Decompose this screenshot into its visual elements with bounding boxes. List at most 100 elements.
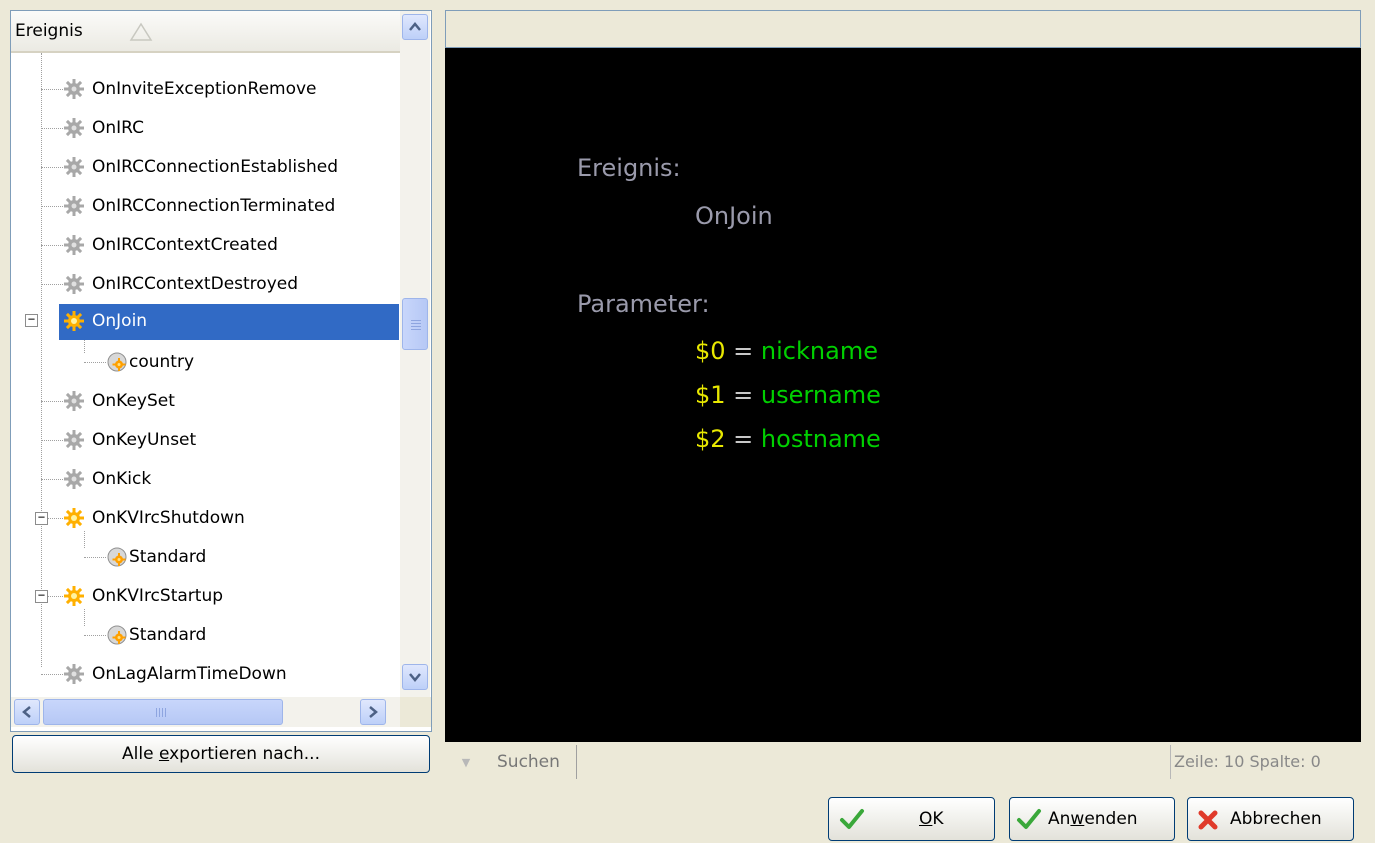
param-equals: = xyxy=(725,381,761,409)
gear-icon xyxy=(64,469,84,489)
collapse-icon[interactable]: − xyxy=(35,589,48,603)
search-options-chevron-icon[interactable]: ▼ xyxy=(453,750,479,776)
horizontal-scrollbar[interactable] xyxy=(11,697,400,727)
tree-item[interactable]: OnKeyUnset xyxy=(63,423,199,459)
export-all-button[interactable]: Alle exportieren nach... xyxy=(12,735,430,773)
tree-item-label: OnIRCConnectionTerminated xyxy=(92,196,336,216)
export-label-accel: e xyxy=(158,744,170,764)
sort-ascending-icon xyxy=(129,22,153,41)
tree-line xyxy=(41,674,63,675)
tree-line xyxy=(41,89,63,90)
tree-line xyxy=(41,479,63,480)
ok-label-accel: O xyxy=(919,809,933,829)
scroll-up-button[interactable] xyxy=(402,14,428,40)
apply-button[interactable]: Anwenden xyxy=(1009,797,1175,841)
gear-icon xyxy=(64,118,84,138)
ok-button[interactable]: OK xyxy=(828,797,995,841)
param-name: nickname xyxy=(760,337,878,365)
cancel-button[interactable]: Abbrechen xyxy=(1187,797,1354,841)
tree-item[interactable]: OnIRCContextDestroyed xyxy=(63,267,301,303)
tree-item-label: OnKeyUnset xyxy=(92,430,197,450)
search-input[interactable] xyxy=(576,745,1166,779)
apply-label: Anwenden xyxy=(1048,798,1138,840)
tree-item[interactable]: OnIRCConnectionTerminated xyxy=(63,189,338,225)
checkmark-icon xyxy=(840,809,864,829)
tree-item[interactable]: OnLagAlarmTimeDown xyxy=(63,657,290,693)
tree-item-label: OnIRC xyxy=(92,118,145,138)
tree-item-label: OnKeySet xyxy=(92,391,175,411)
active-gear-icon xyxy=(64,311,84,331)
scroll-left-button[interactable] xyxy=(14,699,40,725)
tree-item-label: OnKVIrcShutdown xyxy=(92,508,245,528)
tree-line xyxy=(41,284,63,285)
scroll-right-button[interactable] xyxy=(360,699,386,725)
tree-item-label: OnIRCContextCreated xyxy=(92,235,278,255)
tree-item-label: Standard xyxy=(129,625,207,645)
collapse-icon[interactable]: − xyxy=(35,511,48,525)
tree-item-label: OnInviteExceptionRemove xyxy=(92,79,317,99)
tree-item[interactable]: OnKeySet xyxy=(63,384,178,420)
scrollbar-corner xyxy=(400,697,431,727)
export-label-pre: Alle xyxy=(122,744,159,764)
tree-item-label: OnKVIrcStartup xyxy=(92,586,224,606)
apply-label-accel: w xyxy=(1070,809,1085,829)
vertical-scroll-thumb[interactable] xyxy=(402,298,428,350)
chevron-left-icon xyxy=(22,706,31,718)
gear-icon xyxy=(64,157,84,177)
param-name: username xyxy=(760,381,881,409)
active-gear-icon xyxy=(64,508,84,528)
checkmark-icon xyxy=(1017,809,1041,829)
tree-line xyxy=(41,440,63,441)
event-name: OnJoin xyxy=(695,202,773,230)
tree-item[interactable]: OnKick xyxy=(63,462,154,498)
tree-column-header[interactable]: Ereignis xyxy=(11,11,405,53)
tree-item-label: OnJoin xyxy=(89,304,151,338)
parameter-line: $2 = hostname xyxy=(695,425,881,453)
scroll-down-button[interactable] xyxy=(402,664,428,690)
chevron-down-icon xyxy=(409,673,421,682)
tree-item-label: OnLagAlarmTimeDown xyxy=(92,664,287,684)
chevron-right-icon xyxy=(369,706,378,718)
tree-item[interactable]: OnInviteExceptionRemove xyxy=(63,72,320,108)
tree-item-label: OnIRCConnectionEstablished xyxy=(92,157,338,177)
tree-item[interactable]: OnIRCConnectionEstablished xyxy=(63,150,341,186)
param-variable: $0 xyxy=(695,337,726,365)
handler-icon xyxy=(107,625,127,645)
chevron-up-icon xyxy=(409,22,421,31)
tree-item[interactable]: Standard xyxy=(106,540,209,576)
tree-item[interactable]: OnKVIrcStartup xyxy=(63,579,226,615)
tree-item[interactable]: country xyxy=(106,345,197,381)
tree-line xyxy=(48,596,63,597)
tree-item[interactable]: OnKVIrcShutdown xyxy=(63,501,248,537)
gear-icon xyxy=(64,430,84,450)
handler-icon xyxy=(107,547,127,567)
script-editor[interactable]: Ereignis: OnJoin Parameter: $0 = nicknam… xyxy=(445,48,1361,742)
apply-label-post: enden xyxy=(1084,809,1138,829)
tree-line xyxy=(84,362,106,363)
tree-item-label: country xyxy=(129,352,195,372)
gear-icon xyxy=(64,235,84,255)
tree-item[interactable]: OnIRC xyxy=(63,111,147,147)
vertical-scrollbar[interactable] xyxy=(400,11,430,701)
tree-line xyxy=(41,401,63,402)
gear-icon xyxy=(64,196,84,216)
cancel-label: Abbrechen xyxy=(1230,809,1322,829)
tree-line xyxy=(41,53,42,667)
horizontal-scroll-thumb[interactable] xyxy=(43,699,283,725)
event-tree[interactable]: Ereignis OnInviteExceptionRemove OnIRC O… xyxy=(10,10,432,732)
handler-icon xyxy=(107,352,127,372)
export-label-post: xportieren nach... xyxy=(169,744,320,764)
tree-item-label: Standard xyxy=(129,547,207,567)
apply-label-pre: An xyxy=(1048,809,1071,829)
gear-icon xyxy=(64,664,84,684)
tree-line xyxy=(41,245,63,246)
tree-line xyxy=(84,635,106,636)
collapse-icon[interactable]: − xyxy=(25,313,38,327)
param-variable: $1 xyxy=(695,381,726,409)
tree-item[interactable]: Standard xyxy=(106,618,209,654)
gear-icon xyxy=(64,79,84,99)
tree-item[interactable]: OnIRCContextCreated xyxy=(63,228,281,264)
ok-label-post: K xyxy=(932,809,944,829)
tree-line xyxy=(48,518,63,519)
tree-item-selected[interactable]: OnJoin xyxy=(59,304,399,340)
